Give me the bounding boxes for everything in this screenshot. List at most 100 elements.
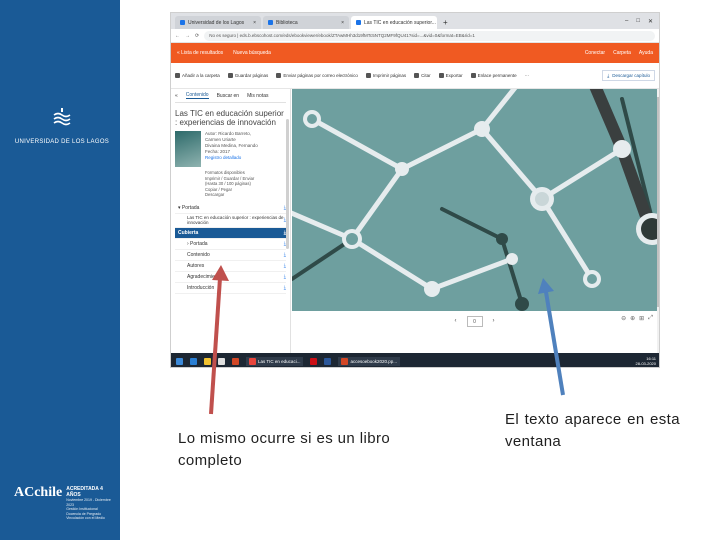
link-icon: [470, 73, 476, 78]
download-icon[interactable]: ⤓: [284, 252, 286, 258]
browser-tab-active[interactable]: Las TIC en educación superior...×: [351, 16, 437, 29]
toc-item[interactable]: Contenido ⤓: [175, 250, 286, 261]
download-icon[interactable]: ⤓: [284, 274, 286, 280]
toc-item[interactable]: › Portada ⤓: [175, 239, 286, 250]
results-list-link[interactable]: « Lista de resultados: [177, 50, 223, 56]
browser-tab[interactable]: Biblioteca ×: [263, 16, 349, 29]
toc-item[interactable]: Las TIC en educación superior : experien…: [175, 214, 286, 228]
page-navigator: ‹ 0 ›: [292, 311, 657, 331]
caption-text-window: El texto aparece en esta ventana: [505, 411, 680, 450]
browser-tab[interactable]: Universidad de los Lagos ×: [175, 16, 261, 29]
ebook-page-viewer[interactable]: [292, 89, 657, 311]
close-window-icon[interactable]: ✕: [648, 18, 653, 25]
powerpoint-icon: [341, 357, 349, 365]
accreditation-title: ACREDITADA 4 AÑOS: [66, 486, 103, 498]
close-tab-icon[interactable]: ×: [253, 20, 256, 26]
favicon-icon: [180, 20, 185, 25]
collapse-icon[interactable]: «: [175, 93, 178, 99]
toc-item-active[interactable]: Cubierta ⤓: [175, 227, 286, 239]
powerpoint-icon[interactable]: [232, 357, 239, 365]
cite-button[interactable]: Citar: [414, 73, 431, 78]
maximize-icon[interactable]: □: [636, 18, 640, 25]
windows-start-icon[interactable]: [176, 357, 183, 365]
download-icon[interactable]: ⤓: [284, 263, 286, 269]
brand-band: UNIVERSIDAD DE LOS LAGOS ACchile ACREDIT…: [0, 0, 120, 540]
book-meta: Autor: Ricardo Barreto, Carmen Uriarte D…: [205, 131, 258, 167]
mail-icon: [276, 73, 282, 78]
folder-link[interactable]: Carpeta: [613, 50, 631, 56]
fullscreen-icon[interactable]: ⤢: [648, 315, 653, 322]
minimize-icon[interactable]: –: [625, 18, 628, 25]
toc-item[interactable]: Introducción ⤓: [175, 283, 286, 294]
tab-my-notes[interactable]: Mis notas: [247, 93, 268, 99]
accreditation-badge: ACchile ACREDITADA 4 AÑOS Noviembre 2019…: [14, 486, 114, 521]
detailed-record-link[interactable]: Registro detallado: [205, 155, 258, 161]
back-icon[interactable]: ←: [175, 33, 180, 39]
close-tab-icon[interactable]: ×: [341, 20, 344, 26]
address-bar-row: ← → ⟳ No es seguro | eds.b.ebscohost.com…: [171, 29, 659, 43]
caption-full-book: Lo mismo ocurre si es un libro completo: [178, 430, 391, 469]
reload-icon[interactable]: ⟳: [195, 33, 199, 39]
permalink-button[interactable]: Enlace permanente: [470, 73, 517, 78]
taskbar-chrome-window[interactable]: Las TIC en educaci...: [246, 356, 304, 366]
file-explorer-icon[interactable]: [204, 357, 211, 365]
prev-page-icon[interactable]: ‹: [455, 318, 457, 324]
next-page-icon[interactable]: ›: [493, 318, 495, 324]
zoom-out-icon[interactable]: ⊖: [621, 315, 626, 322]
toc-item[interactable]: Autores ⤓: [175, 261, 286, 272]
new-tab-button[interactable]: +: [439, 18, 452, 29]
add-folder-button[interactable]: Añadir a la carpeta: [175, 73, 220, 78]
ebook-sidebar: « Contenido Buscar en Mis notas Las TIC …: [171, 89, 291, 353]
favicon-icon: [268, 20, 273, 25]
toc-item[interactable]: ▾ Portada ⤓: [175, 203, 286, 214]
accreditation-mark: ACchile: [14, 485, 63, 500]
store-icon[interactable]: [218, 357, 225, 365]
new-search-link[interactable]: Nueva búsqueda: [233, 50, 271, 56]
download-icon[interactable]: ⤓: [284, 285, 286, 291]
book-title: Las TIC en educación superior : experien…: [175, 109, 284, 127]
word-icon[interactable]: [324, 357, 332, 365]
sidebar-tabs: « Contenido Buscar en Mis notas: [175, 92, 286, 103]
university-logo: UNIVERSIDAD DE LOS LAGOS: [12, 108, 112, 148]
ebsco-header: « Lista de resultados Nueva búsqueda Con…: [171, 43, 659, 63]
tab-search-in[interactable]: Buscar en: [217, 93, 240, 99]
sidebar-scrollbar[interactable]: [286, 119, 289, 249]
cite-icon: [414, 73, 420, 78]
page-number-input[interactable]: 0: [466, 315, 483, 327]
save-pages-button[interactable]: Guardar páginas: [227, 73, 268, 78]
edge-icon[interactable]: [190, 357, 197, 365]
slide: UNIVERSIDAD DE LOS LAGOS ACchile ACREDIT…: [0, 0, 720, 540]
folder-icon: [175, 73, 180, 78]
forward-icon[interactable]: →: [185, 33, 190, 39]
download-icon: ⤓: [607, 73, 610, 78]
opera-icon[interactable]: [310, 357, 318, 365]
zoom-in-icon[interactable]: ⊕: [630, 315, 635, 322]
university-name: UNIVERSIDAD DE LOS LAGOS: [14, 139, 110, 145]
download-chapter-button[interactable]: ⤓ Descargar capítulo: [602, 70, 655, 81]
window-controls: – □ ✕: [625, 18, 659, 29]
tab-bar: Universidad de los Lagos × Biblioteca × La…: [171, 13, 659, 29]
export-button[interactable]: Exportar: [438, 73, 463, 78]
tab-contents[interactable]: Contenido: [185, 92, 209, 99]
taskbar-clock[interactable]: 16:11 28-03-2020: [636, 356, 656, 366]
viewer-scroll-thumb[interactable]: [657, 97, 659, 307]
windows-taskbar: Las TIC en educaci... accesoebook2020.pp…: [171, 353, 659, 367]
favicon-icon: [356, 20, 361, 25]
taskbar-powerpoint-window[interactable]: accesoebook2020.pp...: [338, 356, 400, 366]
fit-page-icon[interactable]: ⊞: [639, 315, 644, 322]
book-info: Autor: Ricardo Barreto, Carmen Uriarte D…: [175, 131, 286, 167]
more-button[interactable]: ···: [525, 73, 530, 78]
toc-item[interactable]: Agradecimientos ⤓: [175, 272, 286, 283]
waves-logo-icon: [53, 108, 71, 126]
url-field[interactable]: No es seguro | eds.b.ebscohost.com/eds/e…: [204, 30, 655, 41]
save-icon: [227, 73, 233, 78]
chrome-icon: [249, 357, 256, 365]
help-link[interactable]: Ayuda: [639, 50, 653, 56]
email-pages-button[interactable]: Enviar páginas por correo electrónico: [276, 73, 358, 78]
sign-in-link[interactable]: Conectar: [585, 50, 605, 56]
book-cover-thumbnail[interactable]: [175, 131, 201, 167]
zoom-controls: ⊖ ⊕ ⊞ ⤢: [621, 315, 653, 322]
export-icon: [438, 73, 444, 78]
viewer-scrollbar[interactable]: [657, 89, 659, 353]
print-pages-button[interactable]: Imprimir páginas: [365, 73, 406, 78]
